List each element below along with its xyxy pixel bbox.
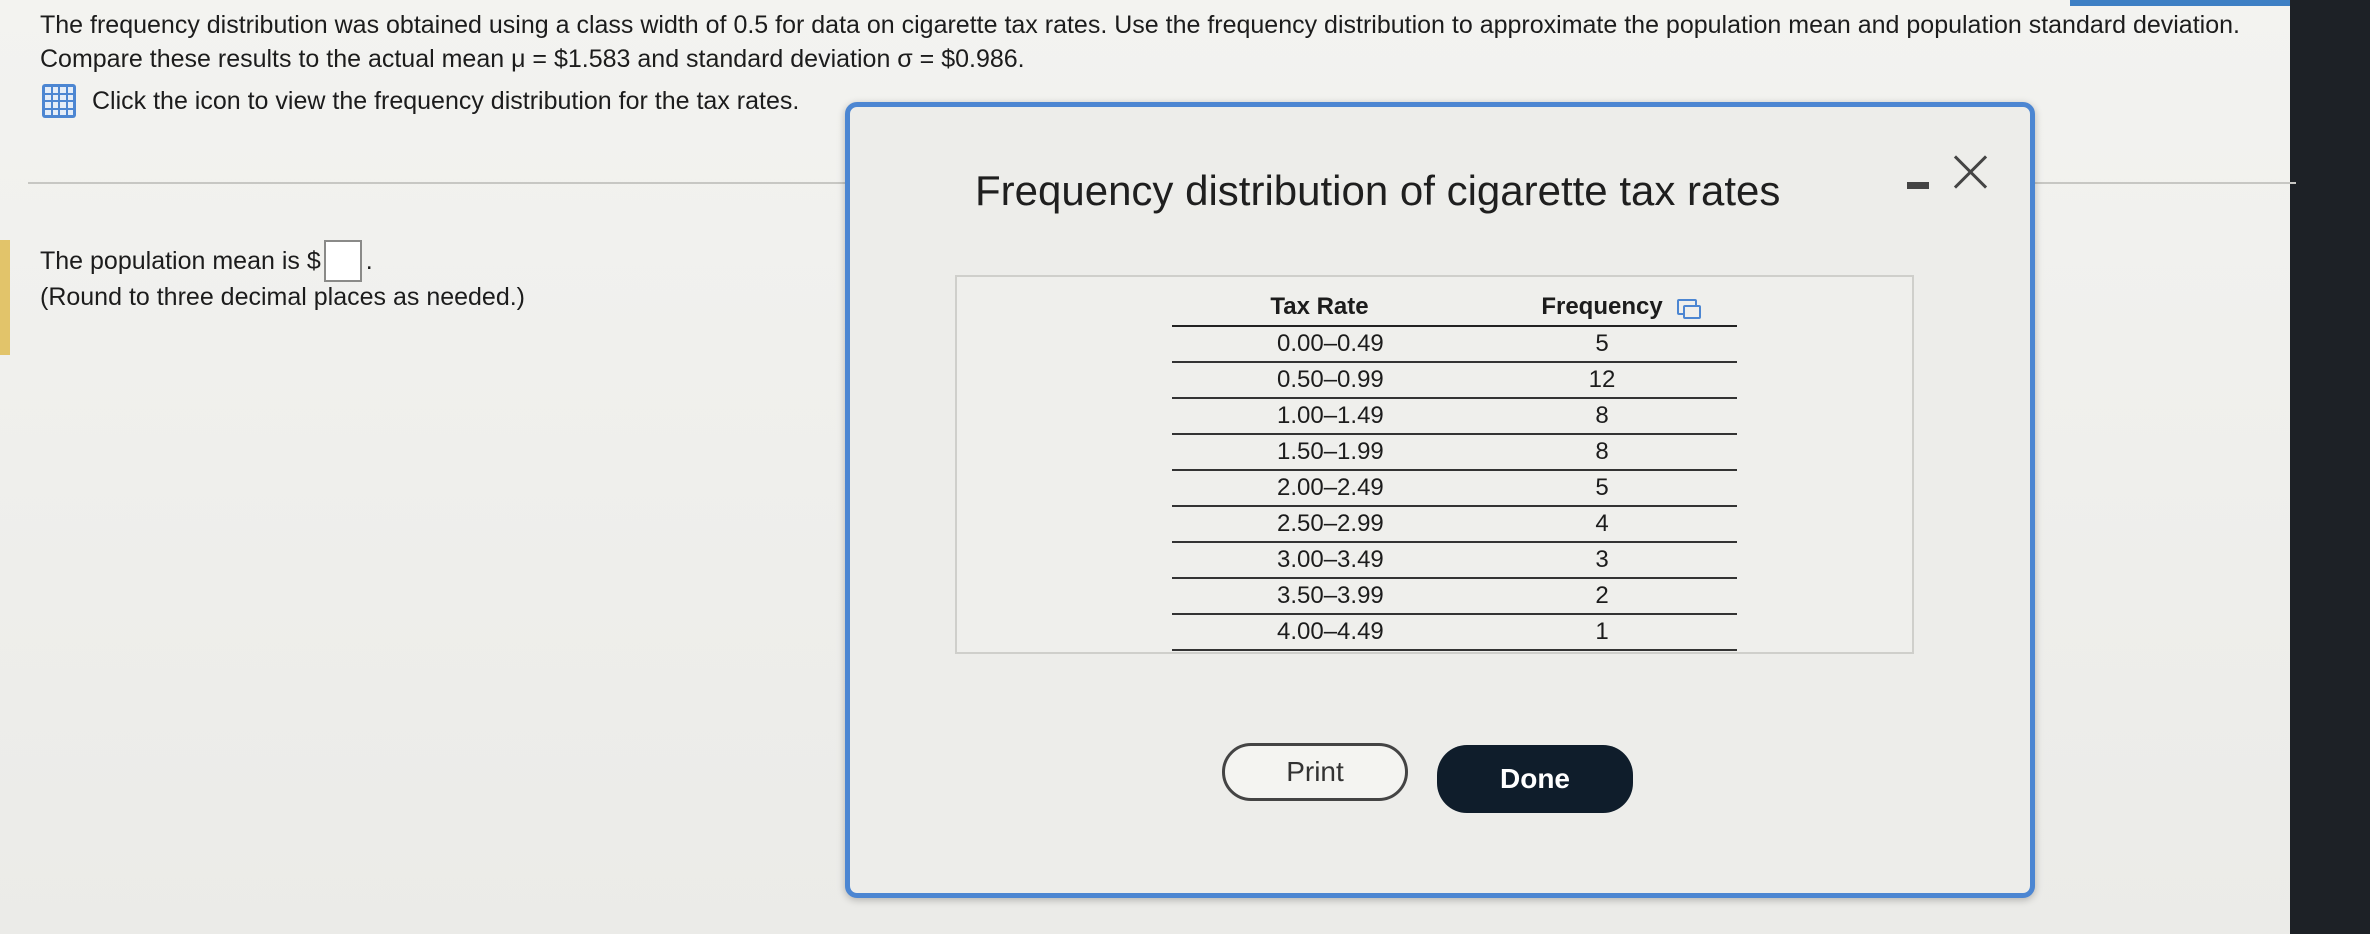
table-row: 3.00–3.49 3: [1172, 542, 1737, 579]
question-text: The frequency distribution was obtained …: [40, 11, 2240, 73]
table-row: 4.00–4.49 1: [1172, 614, 1737, 651]
top-accent-strip: [2070, 0, 2300, 6]
tax-rate-cell: 0.00–0.49: [1172, 326, 1467, 363]
done-button[interactable]: Done: [1437, 745, 1633, 813]
frequency-cell: 5: [1467, 470, 1737, 507]
left-accent-bar: [0, 240, 10, 355]
header-tax-rate: Tax Rate: [1172, 287, 1467, 327]
tax-rate-cell: 2.00–2.49: [1172, 470, 1467, 507]
mean-answer-input[interactable]: [323, 240, 362, 282]
frequency-cell: 4: [1467, 506, 1737, 543]
frequency-cell: 1: [1467, 614, 1737, 651]
frequency-table: Tax Rate Frequency 0.00–0.49 5 0.50–0.99…: [1172, 287, 1737, 651]
rounding-note: (Round to three decimal places as needed…: [40, 283, 526, 311]
frequency-cell: 5: [1467, 326, 1737, 363]
tax-rate-cell: 2.50–2.99: [1172, 506, 1467, 543]
frequency-cell: 8: [1467, 434, 1737, 471]
table-row: 0.00–0.49 5: [1172, 326, 1737, 363]
frequency-cell: 3: [1467, 542, 1737, 579]
screen-edge: [2290, 0, 2370, 934]
tax-rate-cell: 1.50–1.99: [1172, 434, 1467, 471]
dialog-title: Frequency distribution of cigarette tax …: [975, 167, 1781, 214]
close-icon[interactable]: [1945, 147, 1995, 197]
frequency-cell: 8: [1467, 398, 1737, 435]
tax-rate-cell: 4.00–4.49: [1172, 614, 1467, 651]
table-row: 0.50–0.99 12: [1172, 362, 1737, 399]
tax-rate-cell: 0.50–0.99: [1172, 362, 1467, 399]
mean-suffix: .: [365, 246, 373, 275]
table-row: 2.00–2.49 5: [1172, 470, 1737, 507]
table-row: 1.50–1.99 8: [1172, 434, 1737, 471]
frequency-cell: 12: [1467, 362, 1737, 399]
table-row: 1.00–1.49 8: [1172, 398, 1737, 435]
tax-rate-cell: 1.00–1.49: [1172, 398, 1467, 435]
table-grid-icon[interactable]: [42, 84, 76, 118]
hint-text: Click the icon to view the frequency dis…: [92, 86, 800, 115]
table-row: 2.50–2.99 4: [1172, 506, 1737, 543]
table-frame: Tax Rate Frequency 0.00–0.49 5 0.50–0.99…: [955, 275, 1914, 654]
mean-prompt: The population mean is $: [40, 246, 321, 275]
table-row: 3.50–3.99 2: [1172, 578, 1737, 615]
mean-answer-row: The population mean is $ .: [40, 240, 373, 282]
print-button[interactable]: Print: [1222, 743, 1408, 801]
copy-icon[interactable]: [1677, 299, 1701, 319]
tax-rate-cell: 3.50–3.99: [1172, 578, 1467, 615]
minimize-icon[interactable]: [1901, 165, 1935, 205]
tax-rate-cell: 3.00–3.49: [1172, 542, 1467, 579]
frequency-dialog: Frequency distribution of cigarette tax …: [845, 102, 2035, 898]
hint-row: Click the icon to view the frequency dis…: [42, 84, 799, 118]
frequency-cell: 2: [1467, 578, 1737, 615]
